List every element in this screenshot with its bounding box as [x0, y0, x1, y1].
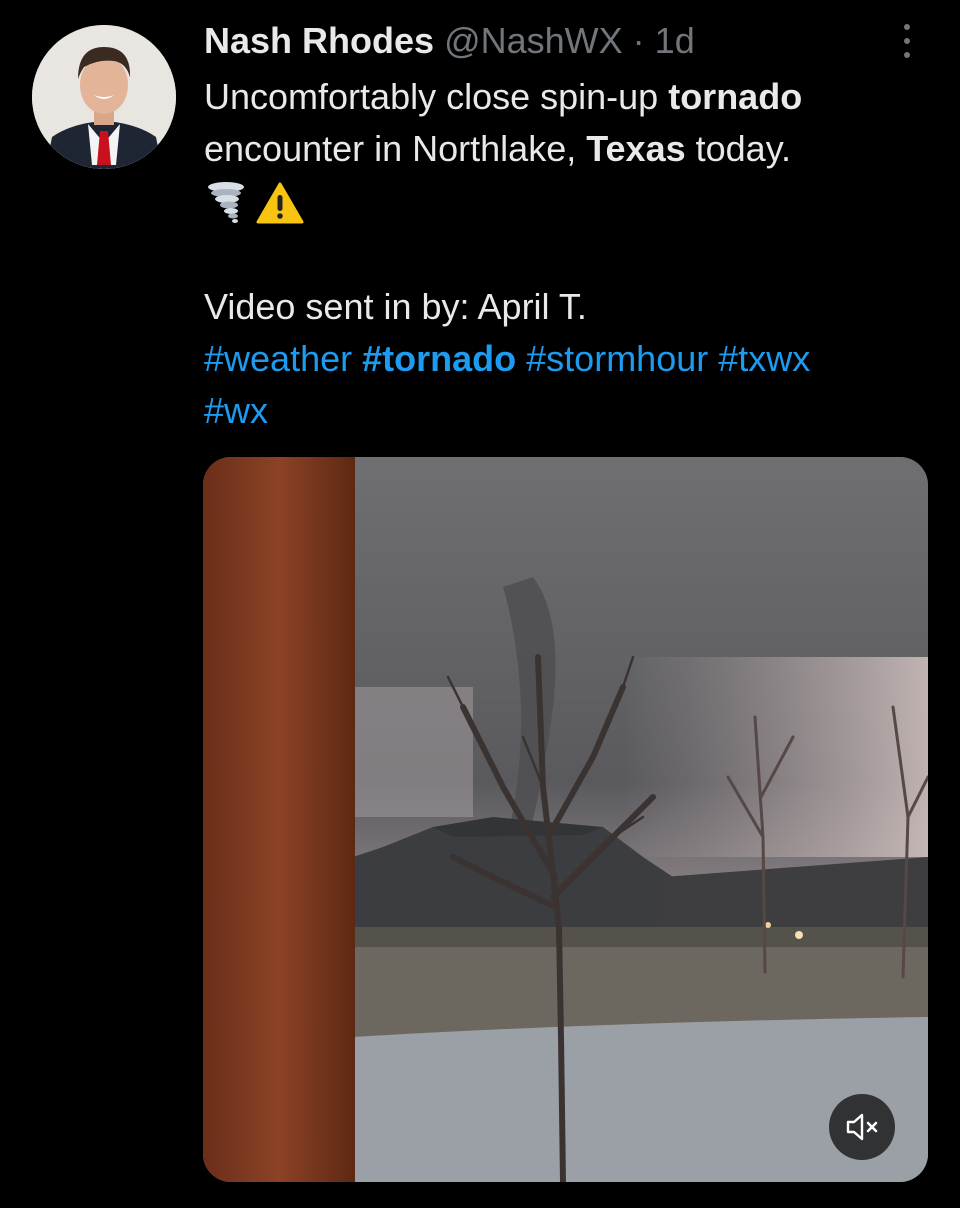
- hashtag-weather[interactable]: #weather: [204, 338, 352, 379]
- text-segment: today.: [685, 128, 792, 169]
- hashtag-stormhour[interactable]: #stormhour: [526, 338, 708, 379]
- hashtag-tornado[interactable]: #tornado: [362, 338, 516, 379]
- emoji-line: [204, 175, 934, 229]
- hashtag-wx[interactable]: #wx: [204, 390, 268, 431]
- avatar-image: [32, 25, 176, 169]
- hashtag-txwx[interactable]: #txwx: [718, 338, 810, 379]
- tweet-text: Uncomfortably close spin-up tornado enco…: [204, 71, 934, 437]
- hashtag-line-2: #wx: [204, 385, 934, 437]
- text-bold-texas: Texas: [586, 128, 686, 169]
- credit-line: Video sent in by: April T.: [204, 286, 587, 328]
- text-bold-tornado: tornado: [668, 76, 803, 117]
- post-time[interactable]: 1d: [655, 20, 695, 61]
- avatar[interactable]: [32, 25, 176, 169]
- hashtag-line-1: #weather #tornado #stormhour #txwx: [204, 333, 934, 385]
- video-frame: [203, 457, 928, 1182]
- speaker-muted-icon: [846, 1113, 878, 1141]
- tweet-header: Nash Rhodes @NashWX · 1d: [204, 18, 695, 64]
- video-player[interactable]: [203, 457, 928, 1182]
- author-name[interactable]: Nash Rhodes: [204, 20, 434, 61]
- warning-emoji: [256, 182, 304, 224]
- more-options-icon[interactable]: [897, 24, 917, 58]
- tornado-emoji: [208, 182, 244, 224]
- tweet-line-1: Uncomfortably close spin-up tornado: [204, 71, 934, 123]
- dot-separator: ·: [632, 20, 645, 61]
- text-segment: encounter in Northlake,: [204, 128, 587, 169]
- mute-button[interactable]: [829, 1094, 895, 1160]
- tweet-line-2: encounter in Northlake, Texas today.: [204, 123, 934, 175]
- text-segment: Uncomfortably close spin-up: [204, 76, 669, 117]
- author-handle[interactable]: @NashWX: [444, 20, 623, 61]
